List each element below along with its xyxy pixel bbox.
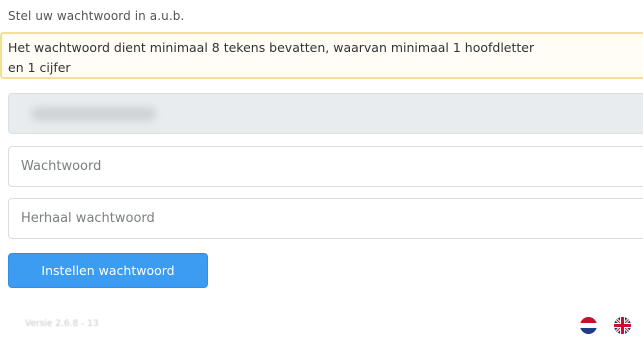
set-password-button[interactable]: Instellen wachtwoord — [8, 253, 208, 288]
alert-line-2: en 1 cijfer — [8, 60, 71, 75]
password-requirements-alert: Het wachtwoord dient minimaal 8 tekens b… — [0, 32, 643, 79]
version-label: Versie 2.6.8 - 13 — [25, 319, 99, 329]
alert-line-1: Het wachtwoord dient minimaal 8 tekens b… — [8, 40, 535, 55]
intro-text: Stel uw wachtwoord in a.u.b. — [8, 9, 185, 23]
password-repeat-input[interactable] — [8, 198, 643, 239]
password-setup-page: Stel uw wachtwoord in a.u.b. Het wachtwo… — [0, 0, 643, 338]
dutch-flag-icon[interactable] — [580, 317, 597, 334]
redacted-username — [31, 107, 156, 121]
password-input[interactable] — [8, 146, 643, 187]
username-field-readonly — [8, 93, 643, 134]
english-flag-icon[interactable] — [614, 317, 631, 334]
